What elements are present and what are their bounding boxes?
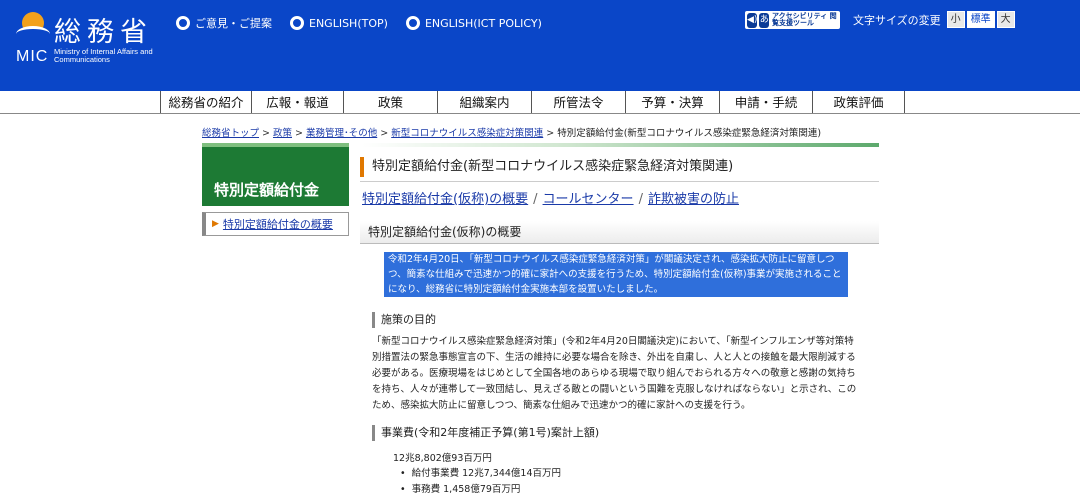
side-title: 特別定額給付金	[214, 181, 320, 199]
nav-item-application[interactable]: 申請・手続	[720, 91, 813, 114]
logo-name: 総務省	[54, 17, 153, 48]
side-nav-link[interactable]: ▶ 特別定額給付金の概要	[202, 212, 349, 236]
reading-icon: あ	[759, 12, 769, 28]
logo-mark-icon	[16, 12, 50, 42]
breadcrumb-link-covid[interactable]: 新型コロナウイルス感染症対策関連	[391, 128, 543, 139]
anchor-link-fraud[interactable]: 詐欺被害の防止	[648, 192, 739, 207]
breadcrumb-link-policy[interactable]: 政策	[273, 128, 292, 139]
section-heading-overview: 特別定額給付金(仮称)の概要	[360, 221, 879, 244]
budget-total: 12兆8,802億93百万円	[393, 453, 492, 464]
font-size-switcher: 文字サイズの変更 小 標準 大	[853, 10, 1017, 29]
top-link-english-top[interactable]: ENGLISH(TOP)	[290, 15, 388, 31]
list-item: 給付事業費 12兆7,344億14百万円	[400, 466, 561, 482]
logo-english-name: Ministry of Internal Affairs and Communi…	[54, 47, 153, 64]
top-link-label: ENGLISH(TOP)	[309, 16, 388, 30]
breadcrumb-link-top[interactable]: 総務省トップ	[202, 128, 259, 139]
anchor-link-overview[interactable]: 特別定額給付金(仮称)の概要	[362, 192, 528, 207]
heading-budget: 事業費(令和2年度補正予算(第1号)案計上額)	[372, 425, 599, 441]
breadcrumb-separator: >	[262, 128, 270, 139]
top-links: ご意見・ご提案 ENGLISH(TOP) ENGLISH(ICT POLICY)	[176, 15, 542, 31]
anchor-separator: /	[638, 192, 643, 207]
page-title: 特別定額給付金(新型コロナウイルス感染症緊急経済対策関連)	[360, 157, 733, 177]
nav-item-about[interactable]: 総務省の紹介	[161, 91, 252, 114]
purpose-paragraph: 「新型コロナウイルス感染症緊急経済対策」(令和2年4月20日閣議決定)において、…	[372, 336, 857, 411]
list-item: 事務費 1,458億79百万円	[400, 482, 561, 498]
anchor-links: 特別定額給付金(仮称)の概要 / コールセンター / 詐欺被害の防止	[362, 188, 739, 207]
site-logo[interactable]: 総務省 MIC Ministry of Internal Affairs and…	[14, 10, 164, 70]
nav-item-budget[interactable]: 予算・決算	[626, 91, 720, 114]
nav-item-press[interactable]: 広報・報道	[252, 91, 344, 114]
breadcrumb-separator: >	[546, 128, 555, 139]
logo-mic: MIC	[16, 48, 49, 65]
top-link-english-ict[interactable]: ENGLISH(ICT POLICY)	[405, 15, 542, 31]
accessibility-tool-button[interactable]: ◀) あ アクセシビリティ 閲覧支援ツール	[745, 11, 840, 29]
heading-purpose: 施策の目的	[372, 312, 436, 328]
side-nav-link-label[interactable]: 特別定額給付金の概要	[223, 216, 333, 232]
accessibility-label: アクセシビリティ 閲覧支援ツール	[772, 12, 837, 27]
ring-bullet-icon	[290, 16, 304, 30]
title-accent-rule	[362, 143, 879, 147]
top-link-label: ご意見・ご提案	[195, 17, 272, 30]
nav-item-policy[interactable]: 政策	[344, 91, 438, 114]
anchor-link-call-center[interactable]: コールセンター	[543, 192, 634, 207]
site-header: 総務省 MIC Ministry of Internal Affairs and…	[0, 0, 1080, 91]
nav-item-evaluation[interactable]: 政策評価	[813, 91, 905, 114]
speaker-icon: ◀)	[747, 12, 758, 28]
nav-item-organization[interactable]: 組織案内	[438, 91, 532, 114]
nav-item-laws[interactable]: 所管法令	[532, 91, 626, 114]
side-title-box: 特別定額給付金	[202, 143, 349, 206]
nav-divider	[0, 113, 1080, 114]
breadcrumb-separator: >	[380, 128, 389, 139]
top-link-feedback[interactable]: ご意見・ご提案	[176, 15, 272, 31]
font-size-standard-button[interactable]: 標準	[965, 10, 996, 29]
font-size-small-button[interactable]: 小	[946, 11, 965, 28]
highlighted-announcement: 令和2年4月20日、「新型コロナウイルス感染症緊急経済対策」が閣議決定され、感染…	[384, 252, 848, 297]
font-size-label: 文字サイズの変更	[853, 13, 941, 27]
title-divider	[360, 181, 879, 182]
anchor-separator: /	[533, 192, 538, 207]
breadcrumb-link-business[interactable]: 業務管理･その他	[306, 128, 377, 139]
ring-bullet-icon	[405, 16, 420, 30]
budget-list: 給付事業費 12兆7,344億14百万円 事務費 1,458億79百万円	[400, 466, 561, 498]
global-nav: 総務省の紹介 広報・報道 政策 組織案内 所管法令 予算・決算 申請・手続 政策…	[160, 91, 905, 114]
breadcrumb-separator: >	[295, 128, 303, 139]
font-size-large-button[interactable]: 大	[996, 11, 1015, 28]
top-link-label: ENGLISH(ICT POLICY)	[424, 16, 542, 30]
triangle-right-icon: ▶	[212, 219, 219, 229]
breadcrumb: 総務省トップ > 政策 > 業務管理･その他 > 新型コロナウイルス感染症対策関連 > 特別定額…	[202, 125, 821, 139]
breadcrumb-current: 特別定額給付金(新型コロナウイルス感染症緊急経済対策関連)	[557, 128, 822, 139]
ring-bullet-icon	[176, 16, 190, 30]
